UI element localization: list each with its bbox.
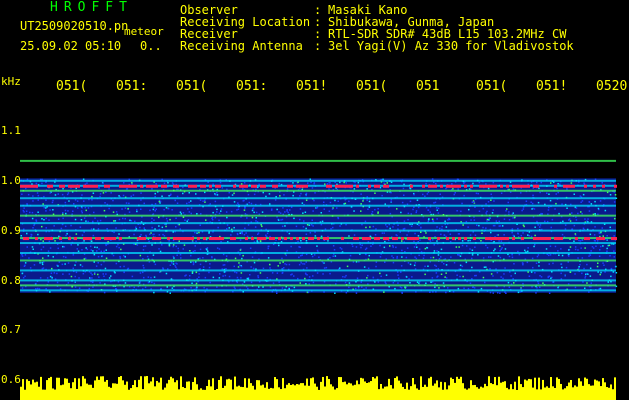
x-tick-3: 051: xyxy=(236,79,268,94)
meteor-label: meteor xyxy=(124,25,164,38)
carrier-band xyxy=(20,179,616,182)
file-name: UT2509020510.pn xyxy=(20,19,129,33)
y-tick-0-7: 0.7 xyxy=(1,323,21,336)
carrier-band xyxy=(20,284,616,287)
x-tick-8: 051! xyxy=(536,79,568,94)
y-tick-0-9: 0.9 xyxy=(1,224,21,237)
app-title: HROFFT xyxy=(50,0,133,15)
y-axis-unit: kHz xyxy=(1,75,21,88)
y-tick-1-1: 1.1 xyxy=(1,124,21,137)
carrier-band xyxy=(20,204,616,207)
antenna-label: Receiving Antenna xyxy=(180,39,303,53)
x-tick-0: 051( xyxy=(56,79,88,94)
x-tick-6: 051 xyxy=(416,79,440,94)
y-tick-1-0: 1.0 xyxy=(1,174,21,187)
carrier-band xyxy=(20,269,616,272)
antenna-value: 3el Yagi(V) Az 330 for Vladivostok xyxy=(328,39,574,53)
observation-datetime: 25.09.02 05:10 xyxy=(20,39,122,53)
y-tick-0-8: 0.8 xyxy=(1,274,21,287)
antenna-colon: : xyxy=(314,39,322,53)
noise-field xyxy=(20,178,616,293)
carrier-band xyxy=(20,242,616,245)
carrier-band xyxy=(20,214,616,217)
spectrogram-waterfall xyxy=(20,95,628,400)
carrier-band xyxy=(20,279,616,282)
carrier-band xyxy=(20,259,616,262)
x-tick-9: 0520 xyxy=(596,79,628,94)
carrier-band xyxy=(20,289,616,292)
y-tick-0-6: 0.6 xyxy=(1,373,21,386)
signal-level-bars xyxy=(20,376,616,400)
carrier-band xyxy=(20,252,616,255)
carrier-band xyxy=(20,189,616,192)
carrier-band xyxy=(20,222,616,225)
x-tick-4: 051! xyxy=(296,79,328,94)
x-tick-1: 051: xyxy=(116,79,148,94)
x-tick-7: 051( xyxy=(476,79,508,94)
x-tick-5: 051( xyxy=(356,79,388,94)
meteor-counter: 0.. xyxy=(140,39,162,53)
x-tick-2: 051( xyxy=(176,79,208,94)
spectrogram-plot xyxy=(20,159,618,400)
carrier-band xyxy=(20,159,616,162)
carrier-band xyxy=(20,229,616,232)
carrier-band xyxy=(20,197,616,200)
